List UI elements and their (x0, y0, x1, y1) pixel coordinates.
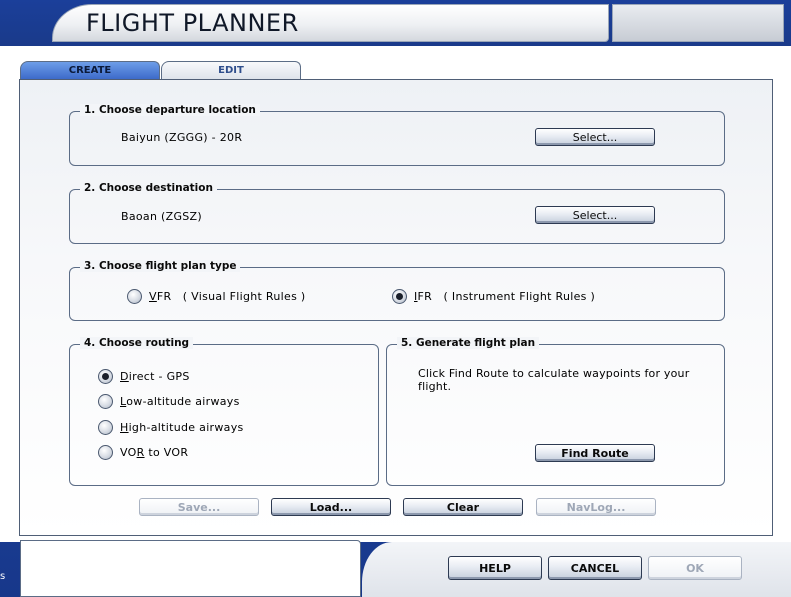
departure-select-button[interactable]: Select... (535, 128, 655, 146)
save-button[interactable]: Save... (139, 498, 259, 516)
plan-type-heading: 3. Choose flight plan type (80, 260, 241, 272)
ifr-label: IFR ( Instrument Flight Rules ) (414, 290, 596, 303)
tab-edit[interactable]: EDIT (161, 61, 301, 80)
departure-heading: 1. Choose departure location (80, 104, 260, 116)
edge-text: s (0, 571, 6, 582)
footer-button-panel: HELP CANCEL OK (362, 542, 791, 597)
vfr-label: VFR ( Visual Flight Rules ) (149, 290, 306, 303)
ok-label: OK (686, 562, 704, 575)
departure-value: Baiyun (ZGGG) - 20R (121, 131, 243, 144)
destination-group: 2. Choose destination Baoan (ZGSZ) Selec… (69, 182, 725, 244)
navlog-button[interactable]: NavLog... (536, 498, 656, 516)
clear-button[interactable]: Clear (403, 498, 523, 516)
generate-heading: 5. Generate flight plan (397, 337, 540, 349)
find-route-button[interactable]: Find Route (535, 444, 655, 462)
high-altitude-label: High-altitude airways (120, 421, 244, 434)
ok-button[interactable]: OK (648, 556, 742, 580)
vor-to-vor-label: VOR to VOR (120, 446, 189, 459)
vfr-radio[interactable] (127, 289, 142, 304)
departure-group: 1. Choose departure location Baiyun (ZGG… (69, 104, 725, 166)
help-label: HELP (479, 562, 511, 575)
high-altitude-radio[interactable] (98, 420, 113, 435)
routing-heading: 4. Choose routing (80, 337, 194, 349)
ifr-radio[interactable] (392, 289, 407, 304)
help-button[interactable]: HELP (448, 556, 542, 580)
generate-group: 5. Generate flight plan Click Find Route… (386, 337, 725, 486)
find-route-label: Find Route (561, 447, 629, 460)
clear-label: Clear (446, 501, 480, 514)
destination-heading: 2. Choose destination (80, 182, 217, 194)
direct-gps-label: Direct - GPS (120, 370, 190, 383)
low-altitude-label: Low-altitude airways (120, 395, 240, 408)
status-box (20, 540, 361, 597)
cancel-label: CANCEL (570, 562, 620, 575)
window-title: FLIGHT PLANNER (86, 9, 299, 37)
title-bar: FLIGHT PLANNER (0, 0, 791, 46)
low-altitude-radio[interactable] (98, 394, 113, 409)
title-bar-right-plate (612, 4, 784, 42)
cancel-button[interactable]: CANCEL (548, 556, 642, 580)
tab-create[interactable]: CREATE (20, 61, 160, 80)
destination-select-label: Select... (572, 209, 618, 222)
navlog-label: NavLog... (566, 501, 626, 514)
direct-gps-radio[interactable] (98, 369, 113, 384)
load-label: Load... (309, 501, 353, 514)
destination-value: Baoan (ZGSZ) (121, 210, 202, 223)
destination-select-button[interactable]: Select... (535, 206, 655, 224)
plan-type-group: 3. Choose flight plan type VFR ( Visual … (69, 260, 725, 321)
flight-planner-window: FLIGHT PLANNER CREATE EDIT 1. Choose dep… (0, 0, 791, 597)
load-button[interactable]: Load... (271, 498, 391, 516)
save-label: Save... (177, 501, 221, 514)
routing-group: 4. Choose routing Direct - GPS Low-altit… (69, 337, 379, 486)
generate-note: Click Find Route to calculate waypoints … (418, 367, 690, 393)
departure-select-label: Select... (572, 131, 618, 144)
create-panel: 1. Choose departure location Baiyun (ZGG… (19, 79, 773, 536)
vor-to-vor-radio[interactable] (98, 445, 113, 460)
